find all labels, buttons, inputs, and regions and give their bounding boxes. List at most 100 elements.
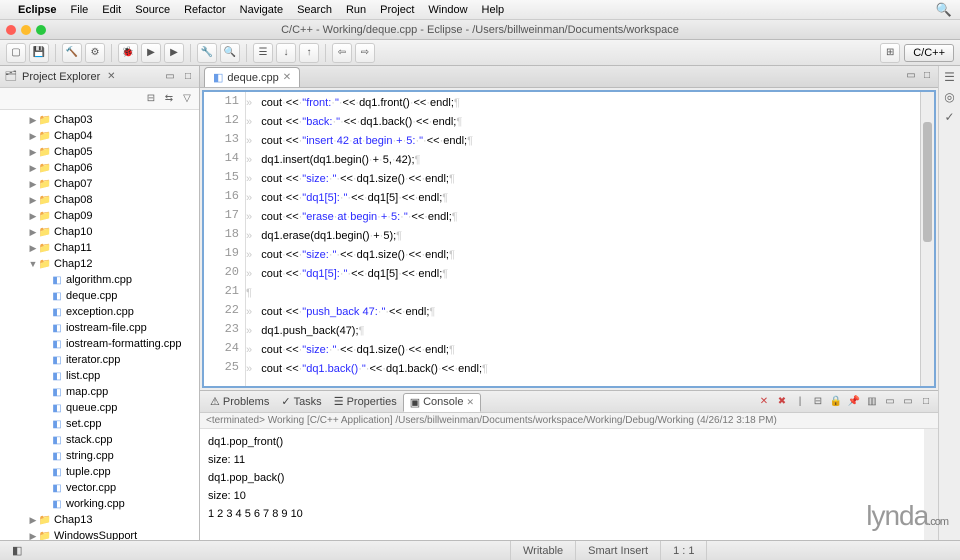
code-line[interactable]: » cout·<<·"dq1[5]:·"·<<·dq1[5]·<<·endl;¶ (246, 265, 920, 284)
tree-node[interactable]: ◧stack.cpp (0, 432, 199, 448)
link-editor-icon[interactable]: ⇆ (161, 91, 177, 107)
tree-node[interactable]: ◧set.cpp (0, 416, 199, 432)
tree-node[interactable]: ◧iterator.cpp (0, 352, 199, 368)
code-line[interactable]: » cout·<<·"size:·"·<<·dq1.size()·<<·endl… (246, 170, 920, 189)
tab-console[interactable]: ▣Console✕ (403, 393, 481, 412)
close-icon[interactable] (6, 25, 16, 35)
remove-all-icon[interactable]: ✖ (774, 394, 790, 410)
new-button[interactable]: ▢ (6, 43, 26, 63)
toggle-mark-button[interactable]: ☰ (253, 43, 273, 63)
next-annotation-button[interactable]: ↓ (276, 43, 296, 63)
tree-node[interactable]: ◧working.cpp (0, 496, 199, 512)
ext-tools-button[interactable]: ▶ (164, 43, 184, 63)
tree-node[interactable]: ▶📁Chap10 (0, 224, 199, 240)
tree-node[interactable]: ◧exception.cpp (0, 304, 199, 320)
tab-problems[interactable]: ⚠Problems (204, 393, 275, 411)
menu-refactor[interactable]: Refactor (184, 4, 226, 16)
menu-file[interactable]: File (71, 4, 89, 16)
maximize-view-icon[interactable]: □ (181, 70, 195, 84)
close-icon[interactable]: ✕ (466, 397, 474, 408)
run-button[interactable]: ▶ (141, 43, 161, 63)
code-line[interactable]: » cout·<<·"size:·"·<<·dq1.size()·<<·endl… (246, 341, 920, 360)
view-menu-icon[interactable]: ▽ (179, 91, 195, 107)
code-line[interactable]: » dq1.push_back(47);¶ (246, 322, 920, 341)
disclosure-icon[interactable]: ▶ (28, 179, 38, 190)
tree-node[interactable]: ▶📁Chap03 (0, 112, 199, 128)
disclosure-icon[interactable]: ▶ (28, 243, 38, 254)
disclosure-icon[interactable]: ▶ (28, 147, 38, 158)
tree-node[interactable]: ▶📁WindowsSupport (0, 528, 199, 540)
tree-node[interactable]: ◧iostream-formatting.cpp (0, 336, 199, 352)
outline-icon[interactable]: ☰ (944, 70, 955, 84)
disclosure-icon[interactable]: ▶ (28, 163, 38, 174)
tree-node[interactable]: ◧string.cpp (0, 448, 199, 464)
collapse-all-icon[interactable]: ⊟ (143, 91, 159, 107)
clear-console-icon[interactable]: ⊟ (810, 394, 826, 410)
disclosure-icon[interactable]: ▶ (28, 227, 38, 238)
max-bottom-icon[interactable]: □ (918, 394, 934, 410)
code-line[interactable]: » cout·<<·"insert·42·at·begin·+·5:·"·<<·… (246, 132, 920, 151)
tree-node[interactable]: ▶📁Chap09 (0, 208, 199, 224)
tree-node[interactable]: ◧vector.cpp (0, 480, 199, 496)
code-line[interactable]: » cout·<<·"push_back 47:·"·<<·endl;¶ (246, 303, 920, 322)
build-all-button[interactable]: ⚙ (85, 43, 105, 63)
menu-window[interactable]: Window (428, 4, 467, 16)
minimize-view-icon[interactable]: ▭ (163, 70, 177, 84)
min-bottom-icon[interactable]: ▭ (900, 394, 916, 410)
tree-node[interactable]: ◧deque.cpp (0, 288, 199, 304)
tree-node[interactable]: ◧list.cpp (0, 368, 199, 384)
scroll-lock-icon[interactable]: 🔒 (828, 394, 844, 410)
tree-node[interactable]: ▶📁Chap07 (0, 176, 199, 192)
menu-edit[interactable]: Edit (102, 4, 121, 16)
tab-properties[interactable]: ☰Properties (328, 393, 403, 411)
project-tree[interactable]: ▶📁Chap03▶📁Chap04▶📁Chap05▶📁Chap06▶📁Chap07… (0, 110, 199, 540)
disclosure-icon[interactable]: ▶ (28, 195, 38, 206)
code-line[interactable]: » dq1.insert(dq1.begin()·+·5,·42);¶ (246, 151, 920, 170)
disclosure-icon[interactable]: ▶ (28, 531, 38, 541)
task-list-icon[interactable]: ✓ (944, 110, 954, 124)
maximize-editor-icon[interactable]: □ (920, 68, 934, 82)
code-editor[interactable]: 111213141516171819202122232425 » cout·<<… (202, 90, 936, 388)
code-line[interactable]: » cout·<<·"front:·"·<<·dq1.front()·<<·en… (246, 94, 920, 113)
code-line[interactable]: » cout·<<·"dq1.back()·"·<<·dq1.back()·<<… (246, 360, 920, 379)
tree-node[interactable]: ▶📁Chap05 (0, 144, 199, 160)
menu-help[interactable]: Help (482, 4, 505, 16)
tree-node[interactable]: ▶📁Chap11 (0, 240, 199, 256)
zoom-icon[interactable] (36, 25, 46, 35)
disclosure-icon[interactable]: ▶ (28, 515, 38, 526)
code-line[interactable]: » cout·<<·"erase·at·begin·+·5:·"·<<·endl… (246, 208, 920, 227)
minimize-icon[interactable] (21, 25, 31, 35)
open-type-button[interactable]: 🔧 (197, 43, 217, 63)
tree-node[interactable]: ▶📁Chap04 (0, 128, 199, 144)
tree-node[interactable]: ◧tuple.cpp (0, 464, 199, 480)
close-tab-icon[interactable]: ✕ (283, 72, 291, 83)
back-button[interactable]: ⇦ (332, 43, 352, 63)
prev-annotation-button[interactable]: ↑ (299, 43, 319, 63)
display-console-icon[interactable]: ▥ (864, 394, 880, 410)
minimize-editor-icon[interactable]: ▭ (904, 68, 918, 82)
save-button[interactable]: 💾 (29, 43, 49, 63)
remove-launch-icon[interactable]: ✕ (756, 394, 772, 410)
open-perspective-button[interactable]: ⊞ (880, 43, 900, 63)
disclosure-icon[interactable]: ▶ (28, 115, 38, 126)
tree-node[interactable]: ◧iostream-file.cpp (0, 320, 199, 336)
tree-node[interactable]: ▶📁Chap08 (0, 192, 199, 208)
code-line[interactable]: » cout·<<·"size:·"·<<·dq1.size()·<<·endl… (246, 246, 920, 265)
tree-node[interactable]: ▶📁Chap13 (0, 512, 199, 528)
tree-node[interactable]: ◧algorithm.cpp (0, 272, 199, 288)
code-line[interactable]: » dq1.erase(dq1.begin()·+·5);¶ (246, 227, 920, 246)
tree-node[interactable]: ◧map.cpp (0, 384, 199, 400)
tab-deque-cpp[interactable]: ◧ deque.cpp ✕ (204, 67, 300, 87)
menu-navigate[interactable]: Navigate (240, 4, 283, 16)
menu-project[interactable]: Project (380, 4, 414, 16)
code-line[interactable]: » cout·<<·"dq1[5]:·"·<<·dq1[5]·<<·endl;¶ (246, 189, 920, 208)
code-line[interactable]: » cout·<<·"back:·"·<<·dq1.back()·<<·endl… (246, 113, 920, 132)
disclosure-icon[interactable]: ▼ (28, 259, 38, 269)
menu-source[interactable]: Source (135, 4, 170, 16)
tree-node[interactable]: ▶📁Chap06 (0, 160, 199, 176)
tab-tasks[interactable]: ✓Tasks (275, 393, 327, 411)
open-console-icon[interactable]: ▭ (882, 394, 898, 410)
disclosure-icon[interactable]: ▶ (28, 211, 38, 222)
tree-node[interactable]: ▼📁Chap12 (0, 256, 199, 272)
spotlight-icon[interactable]: 🔍 (936, 2, 952, 18)
